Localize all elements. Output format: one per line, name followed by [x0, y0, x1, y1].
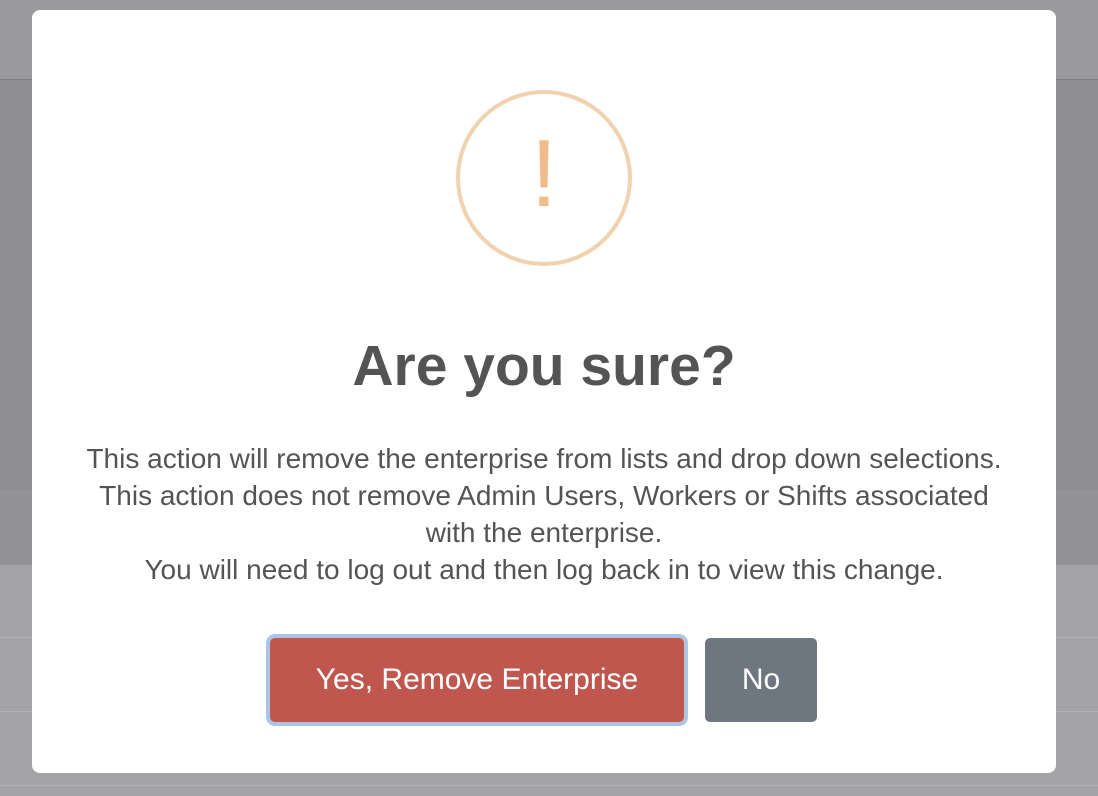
dialog-actions: Yes, Remove Enterprise No	[32, 634, 1056, 728]
exclamation-mark: !	[530, 120, 558, 227]
dialog-title: Are you sure?	[352, 334, 736, 398]
cancel-button[interactable]: No	[705, 638, 817, 722]
dialog-message: This action will remove the enterprise f…	[72, 440, 1016, 588]
dialog-message-line: This action will remove the enterprise f…	[86, 443, 1002, 548]
warning-icon: !	[456, 90, 632, 266]
dialog-message-line: You will need to log out and then log ba…	[144, 554, 944, 585]
confirm-dialog: ! Are you sure? This action will remove …	[32, 10, 1056, 773]
background-row-divider	[0, 785, 1098, 786]
confirm-remove-button[interactable]: Yes, Remove Enterprise	[270, 638, 684, 722]
